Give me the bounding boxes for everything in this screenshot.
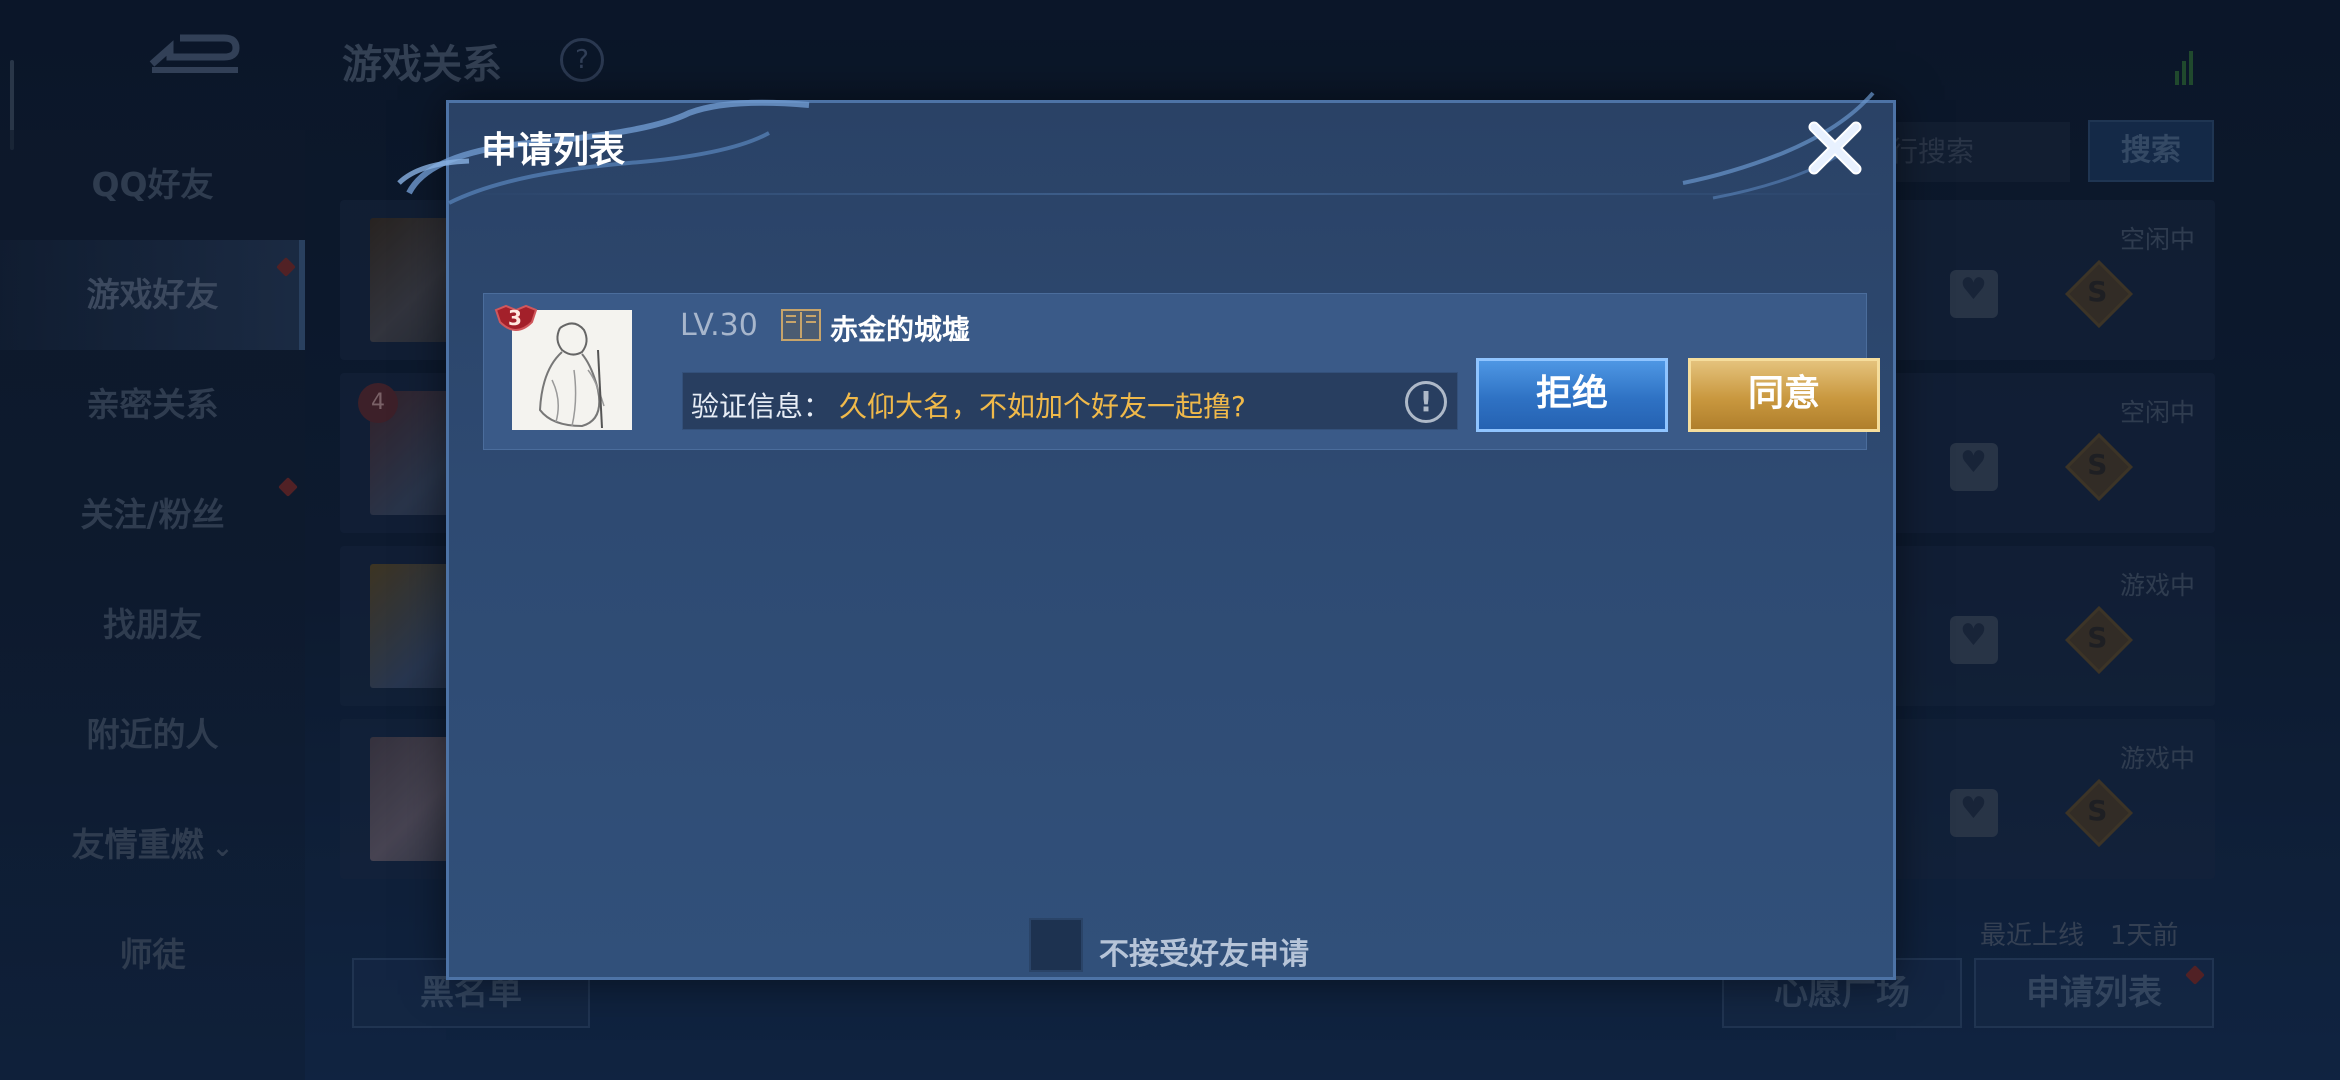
request-list-dialog: 申请列表 3 LV.30 赤金的城墟 验证信息： 久仰大名，不如加个好友一起撸?… — [397, 91, 1896, 980]
decorative-swirl-icon — [1682, 91, 1875, 200]
report-info-icon[interactable]: ! — [1405, 381, 1447, 423]
player-name: 赤金的城墟 — [830, 313, 971, 346]
rank-badge: 3 — [494, 302, 538, 338]
decorative-swirl-icon — [397, 99, 810, 205]
close-button[interactable] — [1804, 117, 1866, 179]
header-divider — [449, 193, 1893, 195]
request-list-item: 3 LV.30 赤金的城墟 验证信息： 久仰大名，不如加个好友一起撸? ! 拒绝… — [483, 293, 1880, 450]
reject-button[interactable]: 拒绝 — [1476, 358, 1668, 432]
accept-button[interactable]: 同意 — [1688, 358, 1880, 432]
player-level: LV.30 — [680, 308, 758, 343]
verification-label: 验证信息： — [691, 390, 832, 423]
dialog-title: 申请列表 — [481, 130, 626, 171]
close-icon — [1808, 121, 1862, 175]
verification-message: 久仰大名，不如加个好友一起撸? — [839, 390, 1246, 423]
verification-message-box: 验证信息： 久仰大名，不如加个好友一起撸? ! — [682, 372, 1458, 430]
no-requests-checkbox[interactable] — [1029, 918, 1083, 972]
rank-icon — [780, 306, 822, 344]
rank-number: 3 — [508, 306, 522, 330]
no-requests-checkbox-label[interactable]: 不接受好友申请 — [1099, 929, 1309, 973]
book-icon — [781, 309, 821, 341]
